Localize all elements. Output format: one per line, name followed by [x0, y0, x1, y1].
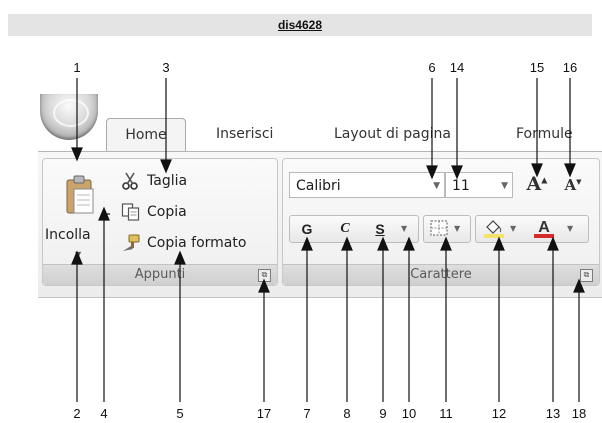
ribbon-panel: Incolla ▼ Taglia Copia Copia formato App… — [38, 151, 602, 298]
font-group-footer: Carattere — [283, 264, 599, 285]
callout-number: 3 — [162, 60, 170, 75]
callout-number: 1 — [73, 60, 81, 75]
fill-dropdown-arrow-icon[interactable]: ▼ — [510, 224, 516, 233]
paste-clipboard-icon — [66, 175, 94, 214]
fill-bucket-icon[interactable] — [483, 218, 505, 238]
font-dialog-launcher-icon[interactable]: ⧉ — [580, 269, 593, 282]
ribbon: Home Inserisci Layout di pagina Formule … — [38, 94, 602, 304]
callout-number: 14 — [449, 60, 465, 75]
callout-number: 13 — [545, 406, 561, 421]
callout-number: 9 — [379, 406, 387, 421]
callout-number: 18 — [571, 406, 587, 421]
clipboard-group-label: Appunti — [134, 267, 186, 282]
page-title: dis4628 — [277, 18, 323, 32]
tab-inserisci[interactable]: Inserisci — [216, 120, 273, 148]
font-size-value: 11 — [452, 178, 470, 194]
font-color-icon[interactable]: A — [533, 217, 555, 239]
office-orb-icon[interactable] — [40, 94, 98, 140]
callout-number: 8 — [343, 406, 351, 421]
font-group: Calibri ▼ 11 ▼ A▲ A▼ G C S ▼ ▼ ▼ A ▼ Car… — [282, 158, 600, 286]
tab-home[interactable]: Home — [106, 118, 186, 153]
font-group-label: Carattere — [410, 267, 472, 282]
borders-icon[interactable] — [430, 220, 448, 236]
callout-number: 17 — [256, 406, 272, 421]
callout-number: 10 — [401, 406, 417, 421]
bold-button[interactable]: G — [295, 218, 319, 240]
copy-label: Copia — [147, 204, 187, 220]
svg-text:A: A — [538, 219, 550, 236]
clipboard-group-footer: Appunti — [43, 264, 277, 285]
underline-dropdown-arrow-icon[interactable]: ▼ — [401, 224, 407, 233]
clipboard-group: Incolla ▼ Taglia Copia Copia formato App… — [42, 158, 278, 286]
callout-number: 16 — [562, 60, 578, 75]
font-color-dropdown-arrow-icon[interactable]: ▼ — [567, 224, 573, 233]
paste-dropdown-arrow-icon[interactable]: ▼ — [75, 250, 81, 259]
font-size-combobox[interactable]: 11 ▼ — [445, 172, 513, 198]
font-size-dropdown-arrow-icon[interactable]: ▼ — [501, 173, 508, 199]
callout-number: 6 — [428, 60, 436, 75]
scissors-icon — [122, 172, 138, 190]
callout-number: 12 — [491, 406, 507, 421]
paste-label: Incolla — [45, 227, 91, 243]
cut-button[interactable]: Taglia — [121, 169, 187, 193]
callout-number: 4 — [100, 406, 108, 421]
underline-button[interactable]: S — [368, 218, 392, 240]
grow-font-icon: A — [526, 173, 542, 195]
borders-dropdown-arrow-icon[interactable]: ▼ — [454, 224, 460, 233]
cut-label: Taglia — [147, 173, 188, 189]
copy-icon — [121, 203, 140, 221]
italic-button[interactable]: C — [333, 218, 357, 240]
tab-formule[interactable]: Formule — [516, 120, 573, 148]
font-name-dropdown-arrow-icon[interactable]: ▼ — [433, 173, 440, 199]
callout-number: 11 — [439, 406, 453, 421]
callout-number: 7 — [303, 406, 311, 421]
shrink-font-button[interactable]: A▼ — [559, 176, 587, 202]
paste-button[interactable]: Incolla ▼ — [43, 163, 117, 259]
ribbon-tabs: Home Inserisci Layout di pagina Formule — [38, 94, 602, 153]
format-painter-icon — [123, 234, 140, 251]
callout-number: 15 — [529, 60, 545, 75]
callout-number: 5 — [176, 406, 184, 421]
shrink-font-icon: A — [564, 176, 577, 194]
format-painter-label: Copia formato — [147, 235, 247, 251]
copy-button[interactable]: Copia — [121, 200, 187, 224]
grow-font-button[interactable]: A▲ — [523, 173, 551, 199]
font-name-combobox[interactable]: Calibri ▼ — [289, 172, 445, 198]
font-name-value: Calibri — [296, 178, 341, 194]
clipboard-dialog-launcher-icon[interactable]: ⧉ — [258, 269, 271, 282]
format-painter-button[interactable]: Copia formato — [121, 231, 246, 255]
tab-layout-di-pagina[interactable]: Layout di pagina — [334, 120, 451, 148]
callout-number: 2 — [73, 406, 81, 421]
title-bar: dis4628 — [8, 14, 592, 36]
